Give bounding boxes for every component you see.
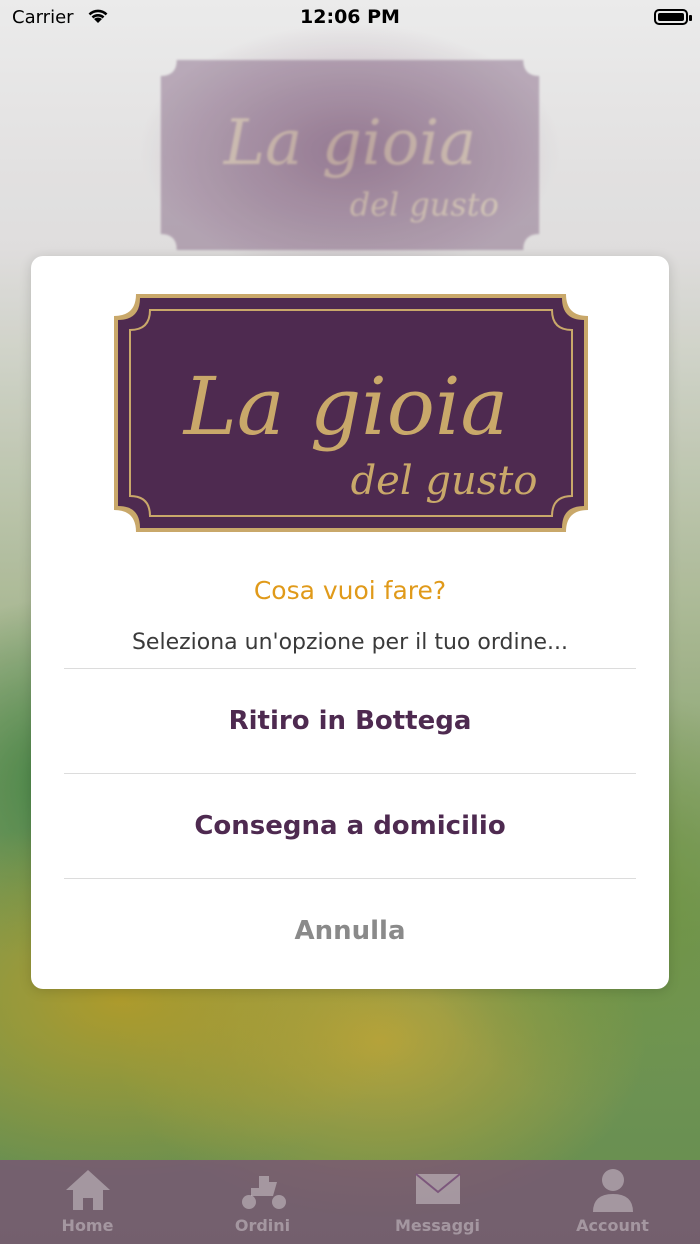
envelope-icon <box>414 1173 461 1204</box>
home-icon <box>65 1170 110 1210</box>
dialog-title: Cosa vuoi fare? <box>253 576 447 605</box>
battery-icon <box>654 9 692 25</box>
dialog-subtitle: Seleziona un'opzione per il tuo ordine..… <box>131 630 569 655</box>
svg-text:La gioia: La gioia <box>182 360 509 453</box>
tab-account[interactable]: Account <box>525 1166 700 1235</box>
cancel-button[interactable]: Annulla <box>31 879 669 983</box>
pickup-in-store-button[interactable]: Ritiro in Bottega <box>31 669 669 773</box>
order-type-dialog: La gioia del gusto Cosa vuoi fare? Selez… <box>31 256 669 989</box>
tab-ordini[interactable]: Ordini <box>175 1166 350 1235</box>
scooter-icon <box>241 1176 286 1209</box>
status-bar: Carrier 12:06 PM <box>0 0 700 38</box>
brand-logo: La gioia del gusto <box>114 294 588 532</box>
tab-bar: Home Ordini Messaggi Account <box>0 1160 700 1244</box>
clock: 12:06 PM <box>300 6 400 28</box>
tab-home[interactable]: Home <box>0 1166 175 1235</box>
home-delivery-button[interactable]: Consegna a domicilio <box>31 774 669 878</box>
user-icon <box>592 1169 633 1212</box>
svg-text:del gusto: del gusto <box>351 458 538 504</box>
tab-messaggi[interactable]: Messaggi <box>350 1166 525 1235</box>
